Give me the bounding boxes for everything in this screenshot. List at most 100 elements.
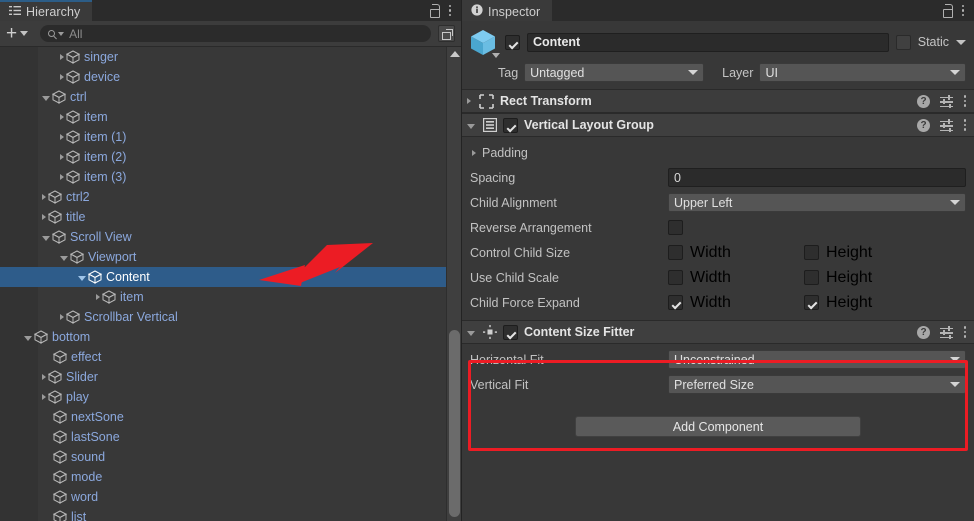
- chevron-down-icon[interactable]: [60, 255, 68, 261]
- chevron-down-icon[interactable]: [42, 95, 50, 101]
- field-label: Use Child Scale: [470, 270, 559, 285]
- preset-icon[interactable]: [940, 94, 953, 108]
- gameobject-name-field[interactable]: Content: [527, 32, 889, 52]
- scroll-up-arrow-icon[interactable]: [450, 51, 460, 57]
- chevron-right-icon[interactable]: [60, 114, 64, 120]
- lock-icon[interactable]: [941, 4, 953, 18]
- chevron-down-icon[interactable]: [467, 330, 475, 336]
- content-size-fitter-icon: [483, 325, 497, 339]
- hierarchy-scrollbar[interactable]: [446, 47, 461, 521]
- spacing-input[interactable]: 0: [668, 168, 966, 187]
- hierarchy-row-item-2-[interactable]: item (2): [0, 147, 461, 167]
- hierarchy-row-label: ctrl: [70, 90, 87, 104]
- hierarchy-row-effect[interactable]: effect: [0, 347, 461, 367]
- chevron-right-icon[interactable]: [42, 374, 46, 380]
- preset-icon[interactable]: [940, 325, 953, 339]
- tab-inspector[interactable]: Inspector: [462, 0, 553, 21]
- preset-icon[interactable]: [940, 118, 953, 132]
- help-icon[interactable]: ?: [917, 325, 930, 339]
- popout-icon[interactable]: [438, 25, 455, 42]
- hierarchy-row-device[interactable]: device: [0, 67, 461, 87]
- hierarchy-row-lastsone[interactable]: lastSone: [0, 427, 461, 447]
- hierarchy-row-play[interactable]: play: [0, 387, 461, 407]
- scrollbar-thumb[interactable]: [449, 330, 460, 517]
- hierarchy-row-item-1-[interactable]: item (1): [0, 127, 461, 147]
- chevron-right-icon[interactable]: [472, 149, 476, 156]
- chevron-down-icon[interactable]: [467, 123, 475, 129]
- hierarchy-row-scrollbar-vertical[interactable]: Scrollbar Vertical: [0, 307, 461, 327]
- rect-transform-header[interactable]: Rect Transform?: [462, 89, 974, 113]
- create-object-button[interactable]: +: [4, 24, 32, 43]
- vertical-layout-group-header[interactable]: Vertical Layout Group?: [462, 113, 974, 137]
- chevron-right-icon[interactable]: [60, 134, 64, 140]
- chevron-down-icon[interactable]: [42, 235, 50, 241]
- static-dropdown-chevron-icon[interactable]: [956, 39, 966, 45]
- tag-dropdown[interactable]: Untagged: [524, 63, 705, 82]
- lock-icon[interactable]: [428, 4, 440, 18]
- hierarchy-row-mode[interactable]: mode: [0, 467, 461, 487]
- hierarchy-row-slider[interactable]: Slider: [0, 367, 461, 387]
- help-icon[interactable]: ?: [917, 118, 930, 132]
- chevron-right-icon[interactable]: [60, 74, 64, 80]
- help-icon[interactable]: ?: [917, 94, 930, 108]
- chevron-right-icon[interactable]: [42, 394, 46, 400]
- hierarchy-row-scroll-view[interactable]: Scroll View: [0, 227, 461, 247]
- search-input[interactable]: All: [40, 25, 431, 42]
- control-child-size-height-checkbox[interactable]: [804, 245, 819, 260]
- horizontal-fit-dropdown[interactable]: Unconstrained: [668, 350, 966, 369]
- search-mode-chevron-icon[interactable]: [58, 31, 65, 36]
- use-child-scale-width-checkbox[interactable]: [668, 270, 683, 285]
- hierarchy-row-singer[interactable]: singer: [0, 47, 461, 67]
- hierarchy-row-title[interactable]: title: [0, 207, 461, 227]
- chevron-right-icon[interactable]: [60, 54, 64, 60]
- gameobject-cube-icon[interactable]: [468, 27, 500, 58]
- chevron-right-icon[interactable]: [60, 174, 64, 180]
- kebab-menu-icon[interactable]: [963, 95, 967, 107]
- component-content-size-fitter: Content Size Fitter? Horizontal Fit Uncons…: [462, 320, 974, 402]
- chevron-right-icon[interactable]: [42, 194, 46, 200]
- kebab-menu-icon[interactable]: [963, 326, 967, 338]
- hierarchy-row-content[interactable]: Content: [0, 267, 461, 287]
- chevron-right-icon[interactable]: [42, 214, 46, 220]
- hierarchy-row-sound[interactable]: sound: [0, 447, 461, 467]
- hierarchy-row-list[interactable]: list: [0, 507, 461, 521]
- content-size-fitter-header[interactable]: Content Size Fitter?: [462, 320, 974, 344]
- reverse-arrangement-checkbox[interactable]: [668, 220, 683, 235]
- hierarchy-row-viewport[interactable]: Viewport: [0, 247, 461, 267]
- chevron-right-icon[interactable]: [467, 98, 471, 104]
- chevron-right-icon[interactable]: [60, 154, 64, 160]
- hierarchy-row-word[interactable]: word: [0, 487, 461, 507]
- hierarchy-row-bottom[interactable]: bottom: [0, 327, 461, 347]
- hierarchy-row-item[interactable]: item: [0, 107, 461, 127]
- kebab-menu-icon[interactable]: [963, 119, 967, 131]
- layer-dropdown[interactable]: UI: [759, 63, 966, 82]
- hierarchy-row-label: bottom: [52, 330, 91, 344]
- child-force-expand-width-checkbox[interactable]: [668, 295, 683, 310]
- gameobject-cube-icon: [66, 70, 80, 84]
- use-child-scale-height-checkbox[interactable]: [804, 270, 819, 285]
- kebab-menu-icon[interactable]: [961, 4, 965, 17]
- add-component-button[interactable]: Add Component: [575, 416, 861, 437]
- static-checkbox[interactable]: [895, 34, 911, 50]
- hierarchy-row-nextsone[interactable]: nextSone: [0, 407, 461, 427]
- hierarchy-row-ctrl2[interactable]: ctrl2: [0, 187, 461, 207]
- content-size-fitter-enabled-checkbox[interactable]: [503, 324, 518, 340]
- hierarchy-row-item-3-[interactable]: item (3): [0, 167, 461, 187]
- chevron-right-icon[interactable]: [96, 294, 100, 300]
- child-alignment-dropdown[interactable]: Upper Left: [668, 193, 966, 212]
- child-force-expand-height-checkbox[interactable]: [804, 295, 819, 310]
- chevron-right-icon[interactable]: [60, 314, 64, 320]
- tab-hierarchy[interactable]: Hierarchy: [0, 0, 93, 21]
- vertical-fit-dropdown[interactable]: Preferred Size: [668, 375, 966, 394]
- hierarchy-toolbar: + All: [0, 21, 461, 47]
- vertical-layout-group-enabled-checkbox[interactable]: [503, 117, 518, 133]
- chevron-down-icon[interactable]: [78, 275, 86, 281]
- chevron-down-icon: [492, 53, 500, 58]
- hierarchy-row-ctrl[interactable]: ctrl: [0, 87, 461, 107]
- control-child-size-width-checkbox[interactable]: [668, 245, 683, 260]
- kebab-menu-icon[interactable]: [448, 4, 452, 17]
- gameobject-enabled-checkbox[interactable]: [505, 34, 520, 50]
- field-padding[interactable]: Padding: [470, 140, 966, 165]
- hierarchy-row-item[interactable]: item: [0, 287, 461, 307]
- chevron-down-icon[interactable]: [24, 335, 32, 341]
